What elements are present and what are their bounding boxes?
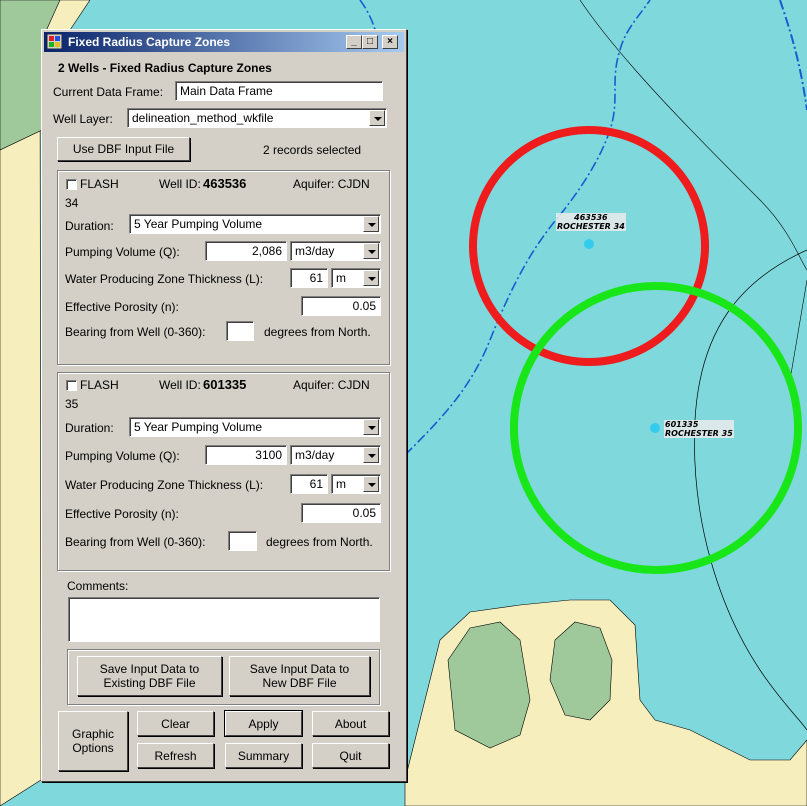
duration-value: 5 Year Pumping Volume <box>134 217 263 231</box>
maximize-icon: □ <box>366 36 374 47</box>
well-layer-value: delineation_method_wkfile <box>132 111 274 125</box>
chevron-down-icon[interactable] <box>363 216 379 232</box>
thickness-label: Water Producing Zone Thickness (L): <box>65 478 264 492</box>
window-title: Fixed Radius Capture Zones <box>68 35 231 49</box>
well-id-value: 601335 <box>203 377 247 392</box>
bearing-suffix: degrees from North. <box>266 535 373 549</box>
map-label-well-34: 463536 ROCHESTER 34 <box>556 213 626 231</box>
chevron-down-icon[interactable] <box>363 243 379 259</box>
map-label-name: ROCHESTER 34 <box>557 222 625 231</box>
pumping-label: Pumping Volume (Q): <box>65 245 180 259</box>
well-id-value: 463536 <box>203 176 247 191</box>
dialog-heading: 2 Wells - Fixed Radius Capture Zones <box>58 61 272 75</box>
close-icon: × <box>387 36 393 47</box>
pumping-unit-value: m3/day <box>295 244 335 258</box>
well-id-label: Well ID: <box>159 177 201 191</box>
porosity-label: Effective Porosity (n): <box>65 507 179 521</box>
capture-zones-dialog: Fixed Radius Capture Zones _ □ × 2 Wells… <box>41 29 407 782</box>
chevron-down-icon[interactable] <box>363 447 379 463</box>
minimize-button[interactable]: _ <box>346 35 362 49</box>
graphic-options-button[interactable]: Graphic Options <box>58 711 128 771</box>
well-number: 35 <box>65 397 79 411</box>
apply-button[interactable]: Apply <box>224 710 303 737</box>
flash-label: FLASH <box>80 177 119 191</box>
duration-select[interactable]: 5 Year Pumping Volume <box>129 214 381 234</box>
save-existing-dbf-button[interactable]: Save Input Data to Existing DBF File <box>77 656 222 696</box>
well-point <box>584 239 594 249</box>
app-icon <box>47 34 62 49</box>
chevron-down-icon[interactable] <box>363 476 379 492</box>
use-dbf-input-button[interactable]: Use DBF Input File <box>57 137 190 161</box>
chevron-down-icon[interactable] <box>369 110 385 126</box>
duration-label: Duration: <box>65 421 114 435</box>
summary-button[interactable]: Summary <box>225 743 302 768</box>
flash-checkbox[interactable] <box>66 380 77 391</box>
records-status: 2 records selected <box>263 143 362 157</box>
well-point <box>650 423 660 433</box>
bearing-suffix: degrees from North. <box>264 325 371 339</box>
chevron-down-icon[interactable] <box>363 270 379 286</box>
aquifer-label: Aquifer: CJDN <box>293 378 370 392</box>
quit-button[interactable]: Quit <box>312 743 389 768</box>
minimize-icon: _ <box>351 36 357 47</box>
title-bar[interactable]: Fixed Radius Capture Zones _ □ × <box>44 32 404 52</box>
duration-label: Duration: <box>65 219 114 233</box>
bearing-label: Bearing from Well (0-360): <box>65 535 206 549</box>
well-number: 34 <box>65 196 79 210</box>
well-id-label: Well ID: <box>159 378 201 392</box>
thickness-field[interactable]: 61 <box>290 268 328 288</box>
duration-select[interactable]: 5 Year Pumping Volume <box>129 417 381 437</box>
map-label-name: ROCHESTER 35 <box>665 429 733 438</box>
bearing-field[interactable] <box>226 321 254 341</box>
clear-button[interactable]: Clear <box>137 711 214 736</box>
data-frame-label: Current Data Frame: <box>53 85 164 99</box>
porosity-label: Effective Porosity (n): <box>65 300 179 314</box>
comments-label: Comments: <box>67 579 129 593</box>
well-group-1: FLASH Well ID: 463536 Aquifer: CJDN 34 D… <box>57 170 390 365</box>
chevron-down-icon[interactable] <box>363 419 379 435</box>
pumping-volume-field[interactable]: 3100 <box>205 445 287 465</box>
well-layer-label: Well Layer: <box>53 112 113 126</box>
aquifer-label: Aquifer: CJDN <box>293 177 370 191</box>
bearing-field[interactable] <box>228 531 257 551</box>
flash-label: FLASH <box>80 378 119 392</box>
map-label-id: 463536 <box>574 213 608 222</box>
porosity-field[interactable]: 0.05 <box>301 503 381 523</box>
pumping-unit-value: m3/day <box>295 448 335 462</box>
well-layer-select[interactable]: delineation_method_wkfile <box>127 108 387 128</box>
comments-field[interactable] <box>68 597 380 642</box>
data-frame-field[interactable]: Main Data Frame <box>175 81 383 101</box>
thickness-unit-select[interactable]: m <box>331 474 381 494</box>
save-new-dbf-button[interactable]: Save Input Data to New DBF File <box>229 656 370 696</box>
flash-checkbox[interactable] <box>66 179 77 190</box>
thickness-unit-value: m <box>336 271 346 285</box>
pumping-unit-select[interactable]: m3/day <box>290 241 381 261</box>
maximize-button[interactable]: □ <box>362 35 378 49</box>
duration-value: 5 Year Pumping Volume <box>134 420 263 434</box>
thickness-field[interactable]: 61 <box>290 474 328 494</box>
refresh-button[interactable]: Refresh <box>137 743 214 768</box>
pumping-volume-field[interactable]: 2,086 <box>205 241 287 261</box>
porosity-field[interactable]: 0.05 <box>301 296 381 316</box>
about-button[interactable]: About <box>312 711 389 736</box>
well-group-2: FLASH Well ID: 601335 Aquifer: CJDN 35 D… <box>57 372 390 571</box>
thickness-label: Water Producing Zone Thickness (L): <box>65 272 264 286</box>
map-label-well-35: 601335 ROCHESTER 35 <box>664 420 734 438</box>
thickness-unit-value: m <box>336 477 346 491</box>
close-button[interactable]: × <box>382 35 398 49</box>
map-label-id: 601335 <box>665 420 699 429</box>
bearing-label: Bearing from Well (0-360): <box>65 325 206 339</box>
pumping-unit-select[interactable]: m3/day <box>290 445 381 465</box>
thickness-unit-select[interactable]: m <box>331 268 381 288</box>
pumping-label: Pumping Volume (Q): <box>65 449 180 463</box>
